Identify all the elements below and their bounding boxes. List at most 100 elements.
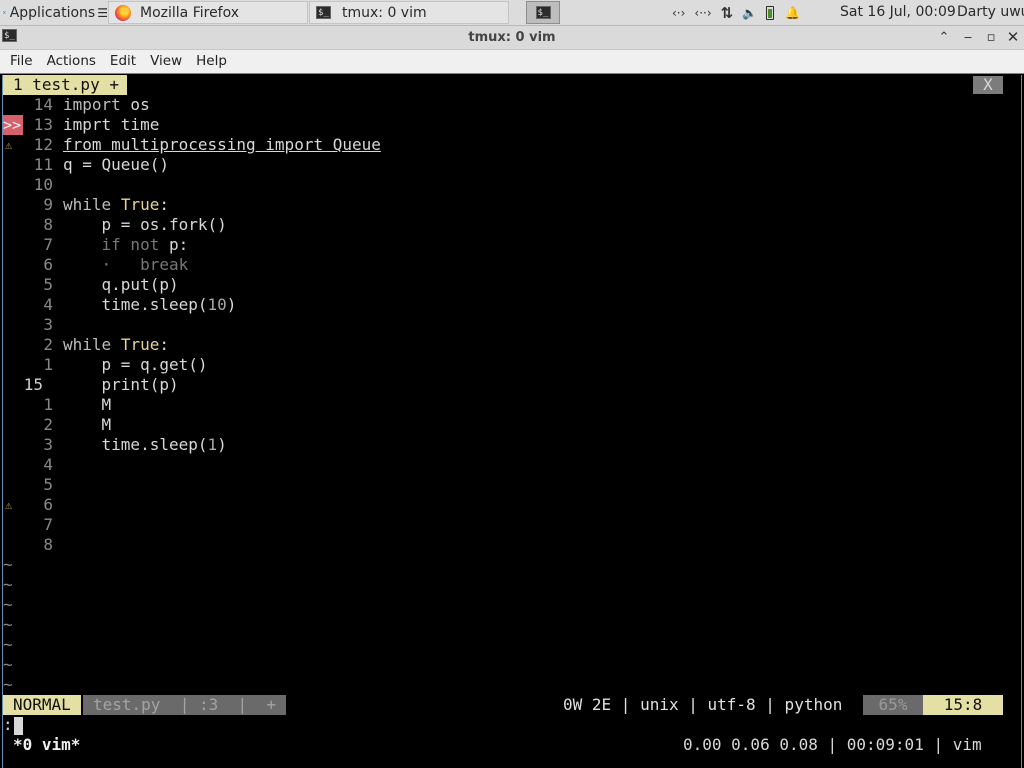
code-token: ) [217, 435, 227, 454]
window-shade-button[interactable]: ⌃ [934, 26, 954, 49]
empty-line-tilde: ~ [3, 655, 13, 674]
network-connections-icon[interactable]: ‹··› [694, 6, 711, 20]
notifications-bell-icon[interactable]: 🔔 [785, 6, 800, 20]
vim-line[interactable]: 5 [3, 475, 1003, 495]
line-number: 13 [33, 115, 53, 134]
vim-line[interactable]: 15 print(p) [3, 375, 1003, 395]
line-number: 7 [43, 235, 53, 254]
line-number: 14 [33, 95, 53, 114]
vim-line[interactable]: 7 [3, 515, 1003, 535]
code-token: time.sleep( [63, 295, 208, 314]
window-close-button[interactable]: ✕ [1003, 26, 1023, 49]
vim-mode-indicator: NORMAL [3, 695, 81, 715]
menu-file[interactable]: File [3, 50, 40, 73]
line-number: 5 [43, 475, 53, 494]
transfer-updown-icon[interactable]: ⇅ [721, 4, 734, 22]
tmux-window-list[interactable]: *0 vim* [13, 735, 80, 755]
code-text: time.sleep(1) [63, 435, 227, 455]
code-text: q = Queue() [63, 155, 169, 175]
vim-scroll-percent: 65% [863, 695, 923, 715]
menu-actions[interactable]: Actions [40, 50, 103, 73]
code-text: import os [63, 95, 150, 115]
applications-label: Applications [9, 4, 96, 21]
code-token: : [159, 195, 169, 214]
vim-line[interactable]: 2 M [3, 415, 1003, 435]
vim-line[interactable]: 2 while True: [3, 335, 1003, 355]
taskbar-item-label: tmux: 0 vim [342, 4, 427, 21]
code-token: from multiprocessing import Queue [63, 135, 381, 154]
line-number: 9 [43, 195, 53, 214]
vim-line[interactable]: 5 q.put(p) [3, 275, 1003, 295]
code-token: time.sleep( [63, 435, 208, 454]
code-token: print(p) [63, 375, 179, 394]
vim-line[interactable]: 3 [3, 315, 1003, 335]
vim-line[interactable]: ⚠ 12 from multiprocessing import Queue [3, 135, 1003, 155]
clock[interactable]: Sat 16 Jul, 00:09 [840, 0, 956, 25]
sign-column [3, 415, 23, 435]
vim-tab-test-py[interactable]: 1 test.py + [3, 75, 127, 95]
sign-column [3, 455, 23, 475]
vim-line[interactable]: 1 p = q.get() [3, 355, 1003, 375]
vim-line[interactable]: 7 if not p: [3, 235, 1003, 255]
battery-icon[interactable] [766, 5, 775, 20]
vim-line[interactable]: 1 M [3, 395, 1003, 415]
code-token: M [63, 415, 112, 434]
line-number: 4 [43, 295, 53, 314]
sign-column [3, 215, 23, 235]
terminal-launcher-button[interactable]: $_ [526, 1, 560, 24]
taskbar-item-label: Mozilla Firefox [140, 4, 240, 21]
vim-cursor-position: 15:8 [923, 695, 1003, 715]
taskbar-item-tmux[interactable]: $_ tmux: 0 vim [309, 1, 509, 24]
network-icon[interactable]: ‹·› [672, 6, 685, 20]
empty-line-tilde: ~ [3, 555, 13, 574]
sign-column [3, 195, 23, 215]
terminal-icon: $_ [535, 6, 551, 19]
line-number: 15 [23, 375, 43, 394]
terminal-area[interactable]: 1 test.py + X 14 import os >> 13 imprt time ⚠… [2, 75, 1022, 768]
taskbar-item-firefox[interactable]: Mozilla Firefox [108, 1, 308, 24]
code-token: while [63, 195, 112, 214]
vim-line[interactable]: 8 [3, 535, 1003, 555]
line-number: 5 [43, 275, 53, 294]
window-title-bar[interactable]: $_ tmux: 0 vim ⌃ ‒ ▫ ✕ [0, 26, 1024, 50]
vim-line[interactable]: 8 p = os.fork() [3, 215, 1003, 235]
code-token: p = os.fork() [63, 215, 227, 234]
vim-line[interactable]: 3 time.sleep(1) [3, 435, 1003, 455]
sign-column [3, 255, 23, 275]
tmux-status-right: 0.00 0.06 0.08 | 00:09:01 | vim [683, 735, 982, 754]
vim-tab-close-button[interactable]: X [973, 76, 1003, 94]
vim-command-line[interactable]: : [3, 715, 23, 735]
volume-icon[interactable]: 🔈 [742, 6, 757, 20]
code-text: M [63, 415, 112, 435]
line-number: 11 [33, 155, 53, 174]
menu-edit[interactable]: Edit [103, 50, 143, 73]
code-text: while True: [63, 335, 169, 355]
vim-line[interactable]: 10 [3, 175, 1003, 195]
user-menu[interactable]: Darty uwu [957, 0, 1024, 25]
code-token: if not [63, 235, 169, 254]
vim-line[interactable]: 6 · break [3, 255, 1003, 275]
code-token: q = Queue() [63, 155, 169, 174]
vim-line[interactable]: ⚠ 6 [3, 495, 1003, 515]
tmux-status-bar: *0 vim* 0.00 0.06 0.08 | 00:09:01 | vim [3, 735, 1021, 755]
applications-menu[interactable]: Applications ☰ [0, 0, 108, 25]
vim-line[interactable]: 11 q = Queue() [3, 155, 1003, 175]
menu-help[interactable]: Help [189, 50, 234, 73]
code-text: p = q.get() [63, 355, 208, 375]
vim-line[interactable]: 14 import os [3, 95, 1003, 115]
vim-line[interactable]: 9 while True: [3, 195, 1003, 215]
line-number: 1 [43, 355, 53, 374]
vim-line[interactable]: 4 time.sleep(10) [3, 295, 1003, 315]
window-minimize-button[interactable]: ‒ [958, 26, 978, 49]
code-token: imprt time [63, 115, 160, 134]
vim-line[interactable]: 4 [3, 455, 1003, 475]
applications-menu-icon: ☰ [97, 5, 108, 20]
vim-line[interactable]: >> 13 imprt time [3, 115, 1003, 135]
menu-view[interactable]: View [143, 50, 189, 73]
firefox-icon [115, 4, 131, 21]
window-maximize-button[interactable]: ▫ [981, 26, 1001, 49]
sign-column [3, 355, 23, 375]
code-text: imprt time [63, 115, 159, 135]
line-number: 3 [43, 435, 53, 454]
